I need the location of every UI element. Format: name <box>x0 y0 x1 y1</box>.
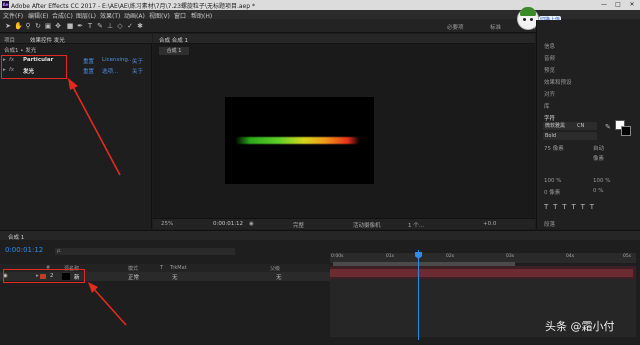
highlight-box-layer <box>3 269 85 283</box>
font-family-dropdown[interactable]: 微软雅黑 <box>543 122 597 130</box>
vertical-scale-field[interactable]: 100 % <box>544 178 561 184</box>
options-link[interactable]: 选项... <box>102 67 118 75</box>
tab-effect-controls[interactable]: 效果控件 发光 <box>30 36 65 44</box>
tab-composition[interactable]: 合成 合成 1 <box>159 36 188 44</box>
layer-trkmat-dropdown[interactable]: 无 <box>172 273 178 281</box>
app-icon: Ae <box>2 1 9 8</box>
highlight-box-effects <box>1 55 67 79</box>
current-time-indicator[interactable] <box>418 250 419 340</box>
sub-tab-comp[interactable]: 合成 1 <box>159 47 189 55</box>
timeline-tabbar: 合成 1 <box>0 231 640 241</box>
tab-project[interactable]: 项目 <box>4 36 15 44</box>
tab-timeline[interactable]: 合成 1 <box>8 233 24 241</box>
tracking-unit[interactable]: 像素 <box>593 154 604 162</box>
col-t: T <box>160 265 164 271</box>
brush-tool-icon[interactable]: ✎ <box>96 22 104 30</box>
ruler-label: 04s <box>566 254 575 259</box>
viewer-timecode[interactable]: 0:00:01:12 <box>213 221 243 227</box>
puppet-tool-icon[interactable]: ✱ <box>136 22 144 30</box>
ruler-label: 0:00s <box>331 254 344 259</box>
right-panel: 信息 音频 预览 效果和预设 对齐 库 字符 微软雅黑 CN Bold ✎ 75… <box>536 20 640 229</box>
horizontal-scale-field[interactable]: 100 % <box>593 178 610 184</box>
tsume-field[interactable]: 0 % <box>593 188 603 194</box>
panel-paragraph[interactable]: 段落 <box>544 220 555 228</box>
mascot-eye-icon <box>523 18 526 21</box>
layer-search-input[interactable]: ρ. <box>55 248 235 255</box>
pen-tool-icon[interactable]: ✒ <box>76 22 84 30</box>
camera-tool-icon[interactable]: ▣ <box>44 22 52 30</box>
ruler-label: 05s <box>623 254 632 259</box>
zoom-dropdown[interactable]: 25% <box>161 221 173 227</box>
font-lang: CN <box>577 123 585 129</box>
selection-tool-icon[interactable]: ➤ <box>4 22 12 30</box>
col-trkmat: TrkMat <box>170 265 187 271</box>
font-style-dropdown[interactable]: Bold <box>543 132 597 140</box>
panel-audio[interactable]: 音频 <box>544 54 555 62</box>
rectangle-tool-icon[interactable]: ■ <box>66 22 74 30</box>
snapshot-icon[interactable]: ◉ <box>249 221 254 227</box>
workspace-standard[interactable]: 标准 <box>490 23 501 31</box>
timeline-timecode[interactable]: 0:00:01:12 <box>5 246 43 254</box>
type-tool-icon[interactable]: T <box>86 22 94 30</box>
ruler-label: 02s <box>446 254 455 259</box>
reset-link[interactable]: 重置 <box>83 57 94 65</box>
about-link[interactable]: 关于 <box>132 57 143 65</box>
rotate-tool-icon[interactable]: ↻ <box>34 22 42 30</box>
panel-preview[interactable]: 预览 <box>544 66 555 74</box>
workspace-essentials[interactable]: 必要项 <box>447 23 464 31</box>
col-mode: 模式 <box>128 266 139 272</box>
layer-parent-dropdown[interactable]: 无 <box>276 273 282 281</box>
views-dropdown[interactable]: 1 个... <box>408 221 424 229</box>
ruler-label: 03s <box>506 254 515 259</box>
baseline-shift-field[interactable]: 0 像素 <box>544 188 560 196</box>
about-link[interactable]: 关于 <box>132 67 143 75</box>
left-panel-tabs: 项目 效果控件 发光 <box>0 34 152 44</box>
panel-align[interactable]: 对齐 <box>544 90 555 98</box>
pan-tool-icon[interactable]: ✥ <box>54 22 62 30</box>
stroke-color-swatch[interactable] <box>621 126 631 136</box>
panel-library[interactable]: 库 <box>544 102 550 110</box>
viewer-tabbar: 合成 合成 1 <box>153 34 535 44</box>
maximize-icon[interactable]: □ <box>612 1 624 9</box>
leading-field[interactable]: 自动 <box>593 144 604 152</box>
watermark-text: 头条 @霜小付 <box>545 320 615 333</box>
roto-tool-icon[interactable]: ✓ <box>126 22 134 30</box>
camera-dropdown[interactable]: 活动摄像机 <box>353 221 381 229</box>
licensing-link[interactable]: Licensing... <box>102 57 133 63</box>
layer-mode-dropdown[interactable]: 正常 <box>128 273 139 281</box>
minimize-icon[interactable]: — <box>598 1 610 9</box>
zoom-tool-icon[interactable]: ⚲ <box>24 22 32 30</box>
reset-link[interactable]: 重置 <box>83 67 94 75</box>
eyedropper-icon[interactable]: ✎ <box>605 123 611 131</box>
particle-streak-image <box>235 137 360 144</box>
eraser-tool-icon[interactable]: ◇ <box>116 22 124 30</box>
ruler-label: 01s <box>386 254 395 259</box>
panel-character[interactable]: 字符 <box>544 114 555 122</box>
hand-tool-icon[interactable]: ✋ <box>14 22 23 30</box>
window-title: Adobe After Effects CC 2017 - E:\AE\AE\练… <box>11 3 255 10</box>
text-style-buttons[interactable]: TTTTTT <box>544 203 599 211</box>
quality-dropdown[interactable]: 完整 <box>293 221 304 229</box>
layer-duration-bar[interactable] <box>330 269 633 277</box>
close-icon[interactable]: ✕ <box>626 1 638 9</box>
font-size-field[interactable]: 75 像素 <box>544 144 564 152</box>
viewer-controls: 25% 0:00:01:12 ◉ 完整 活动摄像机 1 个... +0.0 <box>153 218 535 229</box>
panel-info[interactable]: 信息 <box>544 42 555 50</box>
stamp-tool-icon[interactable]: ⊥ <box>106 22 114 30</box>
mascot-eye-icon <box>530 18 533 21</box>
mascot-hat-icon <box>520 7 536 16</box>
breadcrumb: 合成1 • 发光 <box>4 48 37 54</box>
exposure-value[interactable]: +0.0 <box>483 221 496 227</box>
panel-effects-presets[interactable]: 效果和预设 <box>544 78 572 86</box>
col-parent: 父级 <box>270 266 281 272</box>
